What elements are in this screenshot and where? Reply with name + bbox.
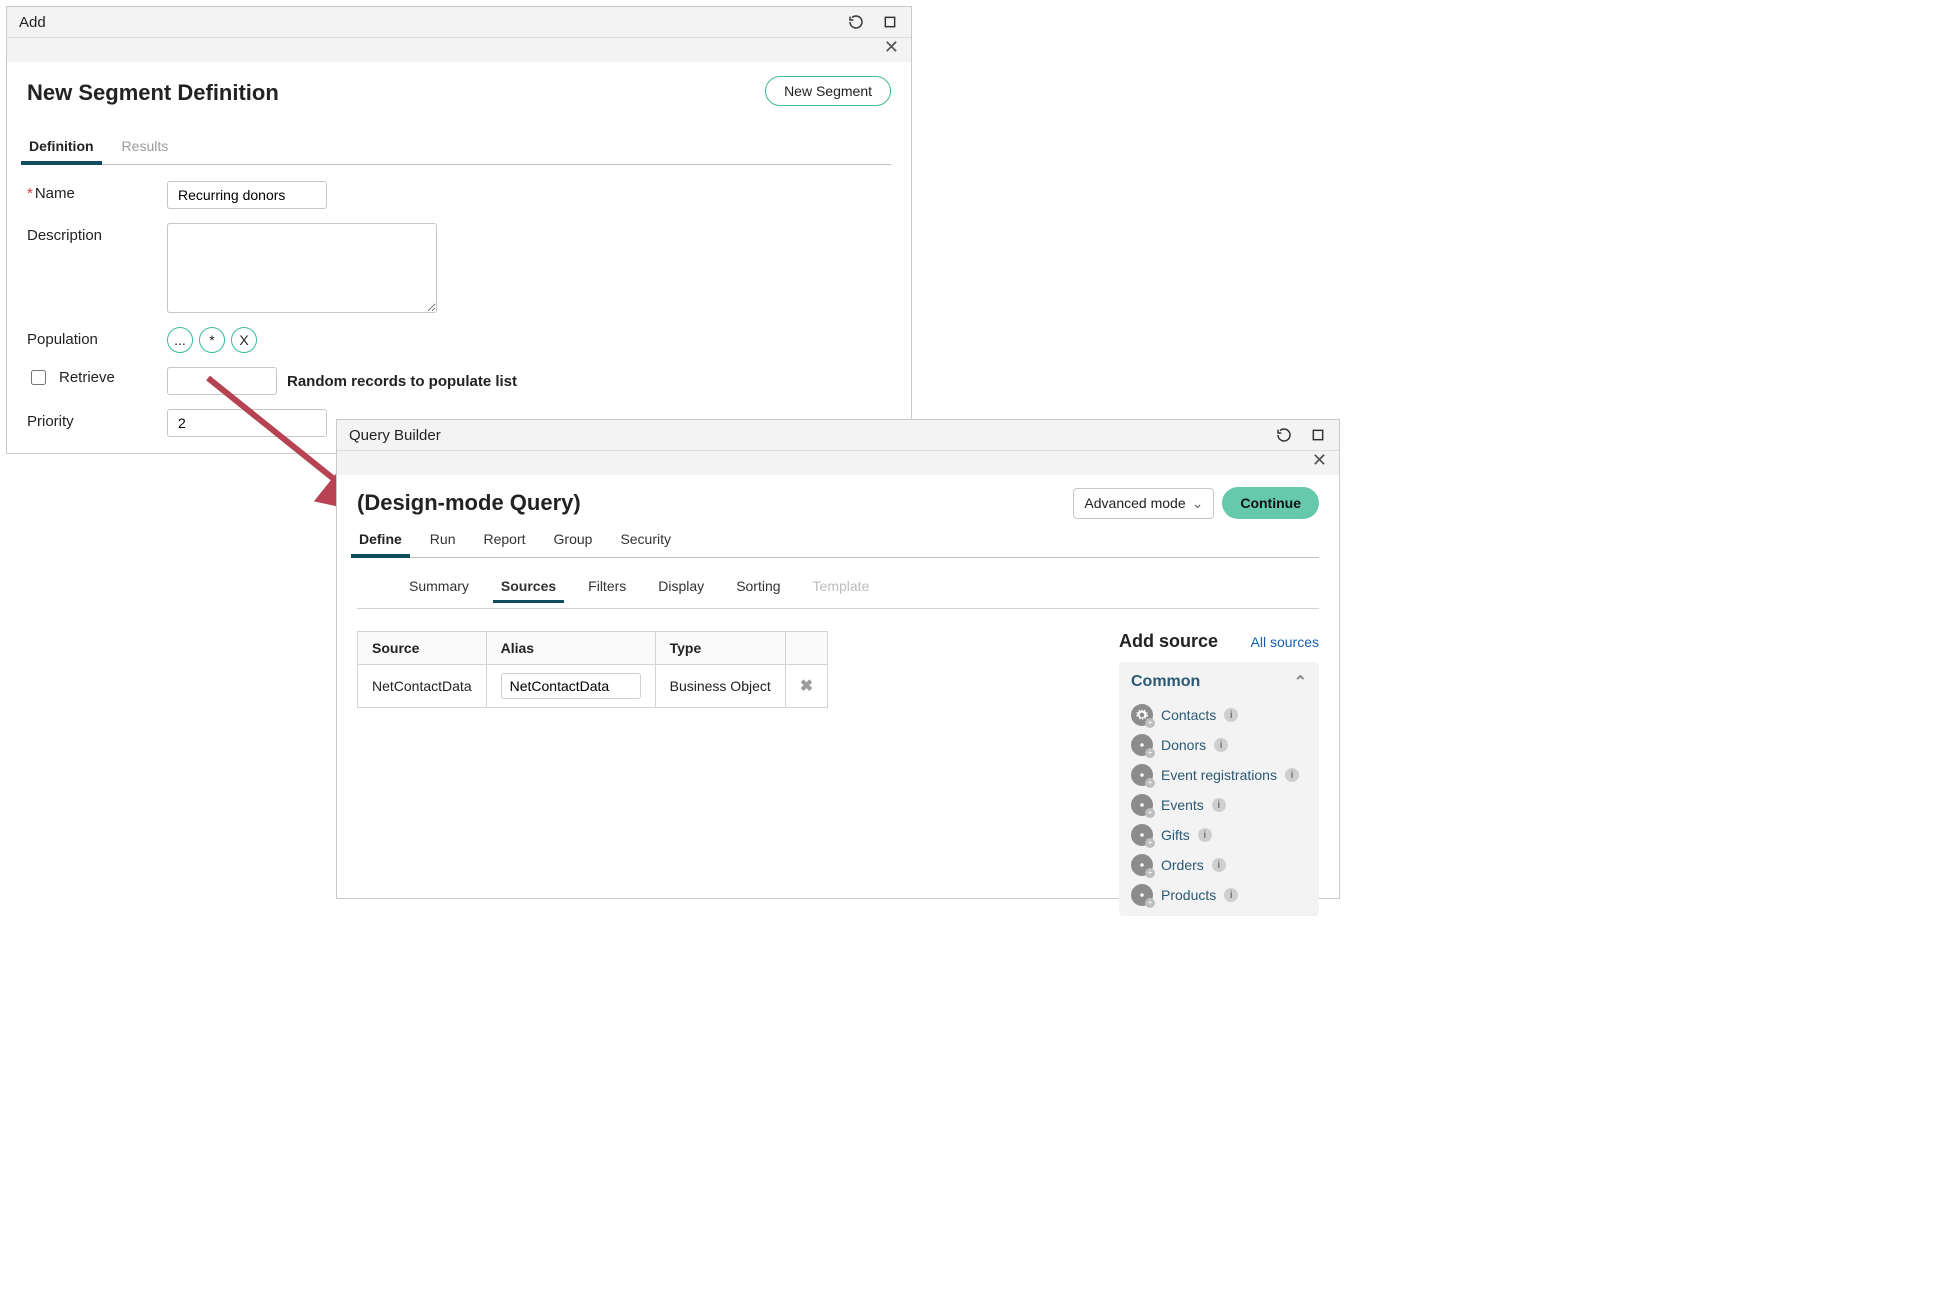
all-sources-link[interactable]: All sources <box>1251 634 1319 650</box>
subtab-sources[interactable]: Sources <box>499 574 558 602</box>
add-window: Add ✕ New Segment Definition New Segment… <box>6 6 912 454</box>
tab-report[interactable]: Report <box>481 525 527 557</box>
info-icon[interactable]: i <box>1285 768 1299 782</box>
titlebar: Query Builder <box>337 420 1339 451</box>
tab-results[interactable]: Results <box>120 132 171 164</box>
close-icon[interactable]: ✕ <box>884 38 899 56</box>
source-item-orders[interactable]: Orders i <box>1131 850 1307 880</box>
name-label: *Name <box>27 181 167 202</box>
refresh-icon[interactable] <box>1275 426 1293 444</box>
subtab-summary[interactable]: Summary <box>407 574 471 602</box>
gear-icon <box>1131 884 1153 906</box>
alias-input[interactable] <box>501 673 641 699</box>
subtab-display[interactable]: Display <box>656 574 706 602</box>
close-icon[interactable]: ✕ <box>1312 451 1327 469</box>
info-icon[interactable]: i <box>1212 858 1226 872</box>
col-type: Type <box>655 632 785 665</box>
maximize-icon[interactable] <box>1309 426 1327 444</box>
info-icon[interactable]: i <box>1212 798 1226 812</box>
add-source-panel: Add source All sources Common ⌃ Contacts… <box>1119 631 1319 916</box>
tab-define[interactable]: Define <box>357 525 404 557</box>
mode-select[interactable]: Advanced mode ⌄ <box>1073 488 1214 519</box>
qb-tabs: Define Run Report Group Security <box>357 525 1319 558</box>
info-icon[interactable]: i <box>1214 738 1228 752</box>
source-item-event-registrations[interactable]: Event registrations i <box>1131 760 1307 790</box>
page-title: (Design-mode Query) <box>357 490 581 516</box>
refresh-icon[interactable] <box>847 13 865 31</box>
table-row: NetContactData Business Object ✖ <box>358 665 828 708</box>
group-title: Common <box>1131 673 1200 691</box>
chevron-down-icon: ⌄ <box>1192 495 1204 512</box>
info-icon[interactable]: i <box>1224 708 1238 722</box>
source-item-events[interactable]: Events i <box>1131 790 1307 820</box>
qb-subtabs: Summary Sources Filters Display Sorting … <box>357 574 1319 602</box>
segment-tabs: Definition Results <box>27 132 891 165</box>
tab-run[interactable]: Run <box>428 525 458 557</box>
info-icon[interactable]: i <box>1224 888 1238 902</box>
source-item-donors[interactable]: Donors i <box>1131 730 1307 760</box>
chevron-up-icon[interactable]: ⌃ <box>1294 672 1307 692</box>
population-label: Population <box>27 327 167 348</box>
subtab-filters[interactable]: Filters <box>586 574 628 602</box>
retrieve-label: Retrieve <box>59 369 115 386</box>
retrieve-suffix-label: Random records to populate list <box>287 373 517 390</box>
description-label: Description <box>27 223 167 244</box>
mode-select-value: Advanced mode <box>1084 495 1185 511</box>
col-source: Source <box>358 632 487 665</box>
description-textarea[interactable] <box>167 223 437 313</box>
subtab-template: Template <box>811 574 872 602</box>
source-item-products[interactable]: Products i <box>1131 880 1307 910</box>
info-icon[interactable]: i <box>1198 828 1212 842</box>
tab-security[interactable]: Security <box>618 525 673 557</box>
gear-icon <box>1131 734 1153 756</box>
population-browse-button[interactable]: ... <box>167 327 193 353</box>
remove-row-icon[interactable]: ✖ <box>800 678 813 695</box>
priority-input[interactable] <box>167 409 327 437</box>
gear-icon <box>1131 764 1153 786</box>
name-input[interactable] <box>167 181 327 209</box>
source-item-gifts[interactable]: Gifts i <box>1131 820 1307 850</box>
new-segment-button[interactable]: New Segment <box>765 76 891 106</box>
subtab-sorting[interactable]: Sorting <box>734 574 782 602</box>
gear-icon <box>1131 854 1153 876</box>
retrieve-checkbox[interactable] <box>31 370 46 385</box>
population-wildcard-button[interactable]: * <box>199 327 225 353</box>
maximize-icon[interactable] <box>881 13 899 31</box>
query-builder-window: Query Builder ✕ (Design-mode Query) Adva… <box>336 419 1340 899</box>
gear-icon <box>1131 824 1153 846</box>
cell-source: NetContactData <box>358 665 487 708</box>
priority-label: Priority <box>27 409 167 430</box>
retrieve-count-input[interactable] <box>167 367 277 395</box>
source-item-contacts[interactable]: Contacts i <box>1131 700 1307 730</box>
gear-icon <box>1131 704 1153 726</box>
tab-group[interactable]: Group <box>552 525 595 557</box>
sources-table: Source Alias Type NetContactData Busines… <box>357 631 828 708</box>
continue-button[interactable]: Continue <box>1222 487 1319 519</box>
page-title: New Segment Definition <box>27 80 279 106</box>
window-title: Add <box>19 14 46 31</box>
population-clear-button[interactable]: X <box>231 327 257 353</box>
titlebar: Add <box>7 7 911 38</box>
window-title: Query Builder <box>349 427 441 444</box>
gear-icon <box>1131 794 1153 816</box>
add-source-title: Add source <box>1119 631 1218 652</box>
col-alias: Alias <box>486 632 655 665</box>
cell-type: Business Object <box>655 665 785 708</box>
tab-definition[interactable]: Definition <box>27 132 96 164</box>
